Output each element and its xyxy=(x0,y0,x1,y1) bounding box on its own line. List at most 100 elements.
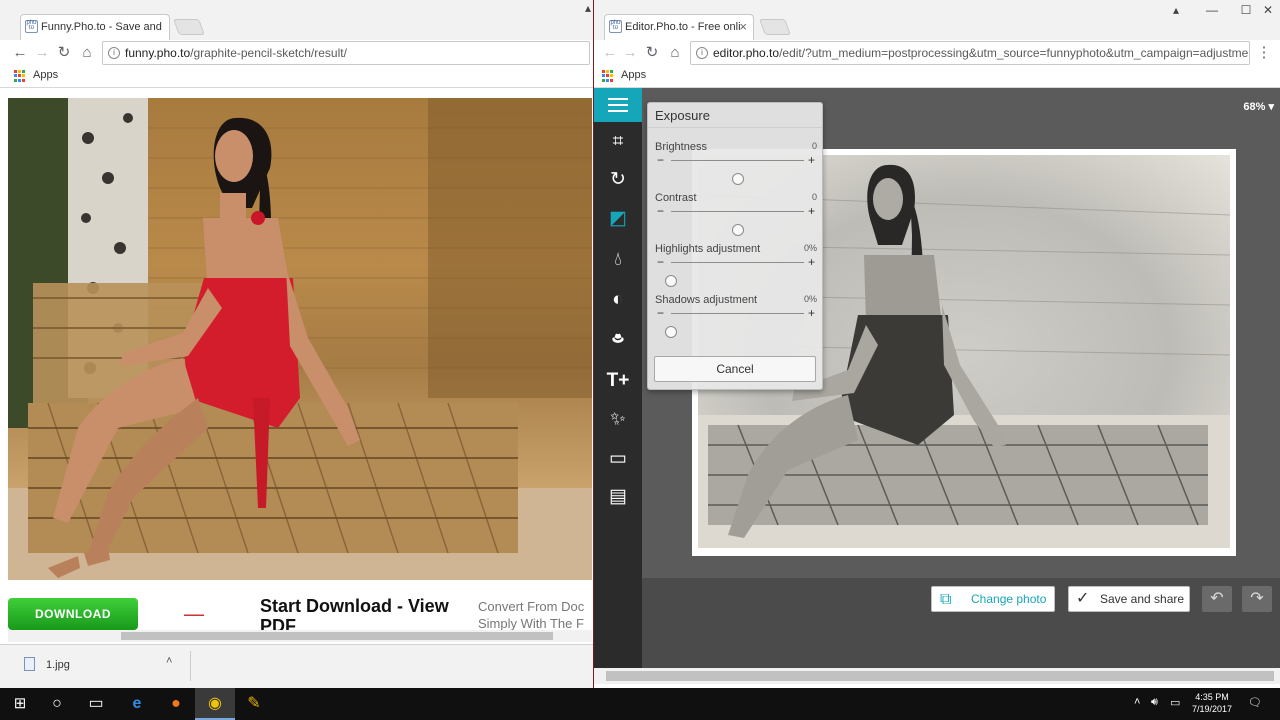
texture-icon[interactable]: ▤ xyxy=(606,485,630,509)
home-icon[interactable]: ⌂ xyxy=(77,43,97,63)
left-user-icon[interactable]: ▴ xyxy=(578,0,593,16)
right-bookmarks-bar: Apps xyxy=(594,66,1280,88)
woman-photo-illustration xyxy=(8,98,592,580)
firefox-icon[interactable]: ● xyxy=(164,692,188,716)
user-icon[interactable]: ▴ xyxy=(1166,2,1186,18)
shadows-minus-button[interactable]: − xyxy=(657,306,664,320)
highlights-label: Highlights adjustment xyxy=(655,243,761,255)
back-arrow-icon[interactable]: ← xyxy=(10,43,30,63)
ad-subtext: Convert From Doc Simply With The F xyxy=(478,599,585,630)
right-scroll-thumb[interactable] xyxy=(606,671,1274,681)
maximize-icon[interactable]: ☐ xyxy=(1236,2,1256,18)
magic-wand-icon[interactable]: ✨︎ xyxy=(606,408,630,432)
tray-chevron-up-icon[interactable]: ˄ xyxy=(1134,696,1140,708)
change-photo-button[interactable]: ⧉ Change photo xyxy=(931,586,1055,612)
exposure-icon[interactable]: ◩ xyxy=(606,207,630,231)
shadows-slider-handle[interactable] xyxy=(665,326,677,338)
download-file-name[interactable]: 1.jpg xyxy=(46,659,70,671)
right-tab-strip: pho to Editor.Pho.to - Free onli × ▴ — ☐ … xyxy=(594,0,1280,40)
right-url-host: editor.pho.to xyxy=(713,46,780,60)
reload-icon[interactable]: ↻ xyxy=(54,43,74,63)
right-horizontal-scrollbar[interactable] xyxy=(594,668,1280,684)
apps-grid-icon[interactable] xyxy=(14,70,26,82)
network-icon[interactable]: ▭ xyxy=(1170,696,1180,709)
forward-arrow-icon[interactable]: → xyxy=(32,43,52,63)
zoom-level-dropdown[interactable]: 68% ▾ xyxy=(1243,100,1274,113)
highlights-value: 0% xyxy=(803,243,817,253)
close-window-icon[interactable]: ✕ xyxy=(1258,2,1278,18)
task-view-icon[interactable]: ▭ xyxy=(84,692,108,716)
left-address-bar[interactable]: i funny.pho.to/graphite-pencil-sketch/re… xyxy=(102,41,590,65)
windows-start-icon[interactable]: ⊞ xyxy=(8,692,32,716)
right-tab-title: Editor.Pho.to - Free onli xyxy=(625,21,741,33)
cortana-search-icon[interactable]: ○ xyxy=(45,692,69,716)
change-photo-label: Change photo xyxy=(971,592,1047,606)
minimize-icon[interactable]: — xyxy=(1202,2,1222,18)
highlights-track[interactable] xyxy=(665,262,804,287)
chevron-up-icon[interactable]: ˄ xyxy=(166,655,172,667)
app-pencil-icon[interactable]: ✎ xyxy=(242,692,266,716)
redo-icon[interactable]: ↷ xyxy=(1242,586,1272,612)
taskbar-clock[interactable]: 4:35 PM 7/19/2017 xyxy=(1187,691,1237,715)
frame-icon[interactable]: ▭ xyxy=(606,447,630,471)
highlights-plus-button[interactable]: + xyxy=(808,255,815,269)
shadows-track[interactable] xyxy=(665,313,804,338)
back-arrow-icon[interactable]: ← xyxy=(600,43,620,63)
left-new-tab-button[interactable] xyxy=(173,19,205,35)
save-and-share-button[interactable]: ✓ Save and share xyxy=(1068,586,1190,612)
exposure-panel: Exposure Brightness 0 − + Contrast 0 − +… xyxy=(647,102,823,390)
info-icon[interactable]: i xyxy=(696,47,708,59)
menu-dots-icon[interactable]: ⋮ xyxy=(1254,43,1274,63)
chrome-taskbar-button[interactable]: ◉ xyxy=(195,688,235,720)
undo-icon[interactable]: ↶ xyxy=(1202,586,1232,612)
right-url-path: /edit/?utm_medium=postprocessing&utm_sou… xyxy=(779,46,1250,60)
right-address-bar[interactable]: i editor.pho.to/edit/?utm_medium=postpro… xyxy=(690,41,1250,65)
brightness-minus-button[interactable]: − xyxy=(657,153,664,167)
left-horizontal-scrollbar[interactable] xyxy=(8,630,592,642)
cancel-button[interactable]: Cancel xyxy=(654,356,816,382)
apps-grid-icon[interactable] xyxy=(602,70,614,82)
ad-banner[interactable]: DOWNLOAD ▬▬▬▬ Start Download - View PDF … xyxy=(8,580,592,630)
brightness-plus-button[interactable]: + xyxy=(808,153,815,167)
left-toolbar: ← → ↻ ⌂ i funny.pho.to/graphite-pencil-s… xyxy=(0,40,593,66)
color-drop-icon[interactable]: 💧︎ xyxy=(606,248,630,272)
contrast-plus-button[interactable]: + xyxy=(808,204,815,218)
contrast-minus-button[interactable]: − xyxy=(657,204,664,218)
volume-icon[interactable]: 🔊︎ xyxy=(1151,696,1158,709)
brightness-track[interactable] xyxy=(671,160,804,185)
contrast-circle-icon[interactable]: ◐ xyxy=(606,288,630,312)
edge-browser-icon[interactable]: e xyxy=(125,692,149,716)
left-tab[interactable]: pho to Funny.Pho.to - Save and xyxy=(20,14,170,40)
right-tab[interactable]: pho to Editor.Pho.to - Free onli × xyxy=(604,14,754,40)
hamburger-menu-icon[interactable] xyxy=(594,88,642,122)
brightness-label: Brightness xyxy=(655,141,707,153)
contrast-label: Contrast xyxy=(655,192,697,204)
info-icon[interactable]: i xyxy=(108,47,120,59)
contrast-track[interactable] xyxy=(671,211,804,236)
reload-icon[interactable]: ↻ xyxy=(642,43,662,63)
download-ad-button[interactable]: DOWNLOAD xyxy=(8,598,138,630)
rotate-icon[interactable]: ↻ xyxy=(606,168,630,192)
highlights-minus-button[interactable]: − xyxy=(657,255,664,269)
ad-logo: ▬▬▬▬ xyxy=(184,612,204,618)
right-new-tab-button[interactable] xyxy=(759,19,791,35)
close-tab-icon[interactable]: × xyxy=(739,15,747,39)
notification-icon[interactable]: 🗨︎ xyxy=(1248,696,1262,709)
contrast-value: 0 xyxy=(811,192,817,202)
home-icon[interactable]: ⌂ xyxy=(665,43,685,63)
text-add-icon[interactable]: T+ xyxy=(606,369,630,393)
highlights-slider-row: Highlights adjustment 0% − + xyxy=(655,243,817,287)
contrast-slider-handle[interactable] xyxy=(731,224,744,236)
apps-bookmark[interactable]: Apps xyxy=(33,69,58,81)
download-divider xyxy=(190,651,191,681)
hat-mustache-icon[interactable]: 🎩︎ xyxy=(606,328,630,352)
forward-arrow-icon[interactable]: → xyxy=(620,43,640,63)
brightness-slider-handle[interactable] xyxy=(731,173,744,185)
left-scroll-thumb[interactable] xyxy=(121,632,553,640)
ad-headline[interactable]: Start Download - View PDF xyxy=(260,596,460,630)
crop-icon[interactable]: ⌗ xyxy=(606,130,630,154)
left-tab-strip: pho to Funny.Pho.to - Save and ▴ xyxy=(0,0,593,40)
highlights-slider-handle[interactable] xyxy=(665,275,677,287)
shadows-plus-button[interactable]: + xyxy=(808,306,815,320)
apps-bookmark[interactable]: Apps xyxy=(621,69,646,81)
